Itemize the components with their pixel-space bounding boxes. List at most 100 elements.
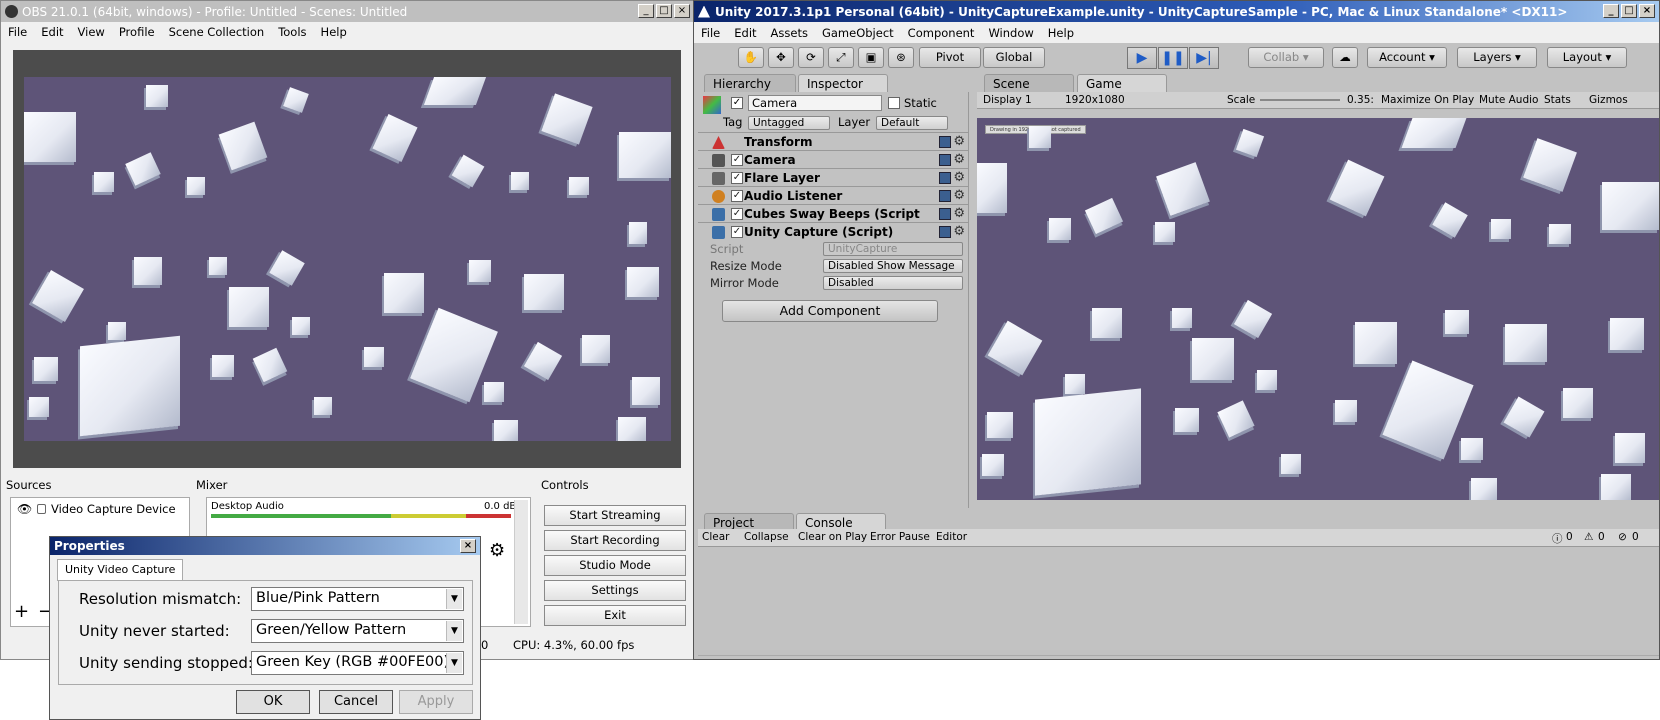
dialog-close-button[interactable]: × (460, 539, 476, 553)
component-camera[interactable]: ✓ Camera ⚙ (698, 150, 969, 169)
mute-audio-toggle[interactable]: Mute Audio (1479, 94, 1538, 106)
display-dropdown[interactable]: Display 1 (983, 94, 1032, 106)
menu-view[interactable]: View (71, 25, 112, 39)
stats-toggle[interactable]: Stats (1544, 94, 1571, 106)
gizmos-dropdown[interactable]: Gizmos (1589, 94, 1628, 106)
console-editor-dropdown[interactable]: Editor (936, 531, 967, 543)
tab-unity-video-capture[interactable]: Unity Video Capture (57, 559, 184, 581)
obs-titlebar[interactable]: OBS 21.0.1 (64bit, windows) - Profile: U… (1, 1, 694, 22)
warning-count-icon[interactable]: ⚠ (1584, 531, 1593, 543)
component-transform[interactable]: Transform ⚙ (698, 132, 969, 151)
active-checkbox[interactable]: ✓ (731, 97, 743, 109)
studio-mode-button[interactable]: Studio Mode (544, 555, 686, 576)
menu-tools[interactable]: Tools (271, 25, 313, 39)
menu-window[interactable]: Window (981, 26, 1040, 40)
gear-icon[interactable]: ⚙ (953, 188, 965, 203)
maximize-button[interactable]: □ (1621, 4, 1637, 18)
gear-icon[interactable]: ⚙ (953, 170, 965, 185)
help-icon[interactable] (939, 190, 951, 202)
console-error-pause-button[interactable]: Error Pause (870, 531, 930, 543)
close-button[interactable]: × (674, 4, 690, 18)
properties-titlebar[interactable]: Properties × (50, 537, 480, 555)
tab-scene[interactable]: Scene (984, 74, 1074, 92)
ok-button[interactable]: OK (236, 690, 310, 714)
component-unity-capture[interactable]: ✓ Unity Capture (Script) ⚙ (698, 222, 969, 241)
play-button[interactable]: ▶ (1127, 47, 1157, 69)
info-count-icon[interactable]: ⓘ (1552, 531, 1563, 546)
layers-dropdown[interactable]: Layers ▾ (1457, 47, 1537, 68)
add-source-icon[interactable]: + (14, 601, 29, 622)
collab-dropdown[interactable]: Collab ▾ (1248, 47, 1324, 68)
menu-assets[interactable]: Assets (764, 26, 815, 40)
tab-game[interactable]: Game (1077, 74, 1167, 92)
account-dropdown[interactable]: Account ▾ (1367, 47, 1447, 68)
layout-dropdown[interactable]: Layout ▾ (1547, 47, 1627, 68)
layer-dropdown[interactable]: Default (876, 116, 948, 130)
step-button[interactable]: ▶| (1189, 47, 1219, 69)
scale-tool-icon[interactable]: ⤢ (828, 47, 854, 68)
hand-tool-icon[interactable]: ✋ (738, 47, 764, 68)
resize-mode-dropdown[interactable]: Disabled Show Message (823, 259, 963, 273)
enabled-checkbox[interactable]: ✓ (731, 226, 743, 238)
resolution-mismatch-select[interactable]: Blue/Pink Pattern ▼ (251, 587, 464, 611)
minimize-button[interactable]: _ (638, 4, 654, 18)
cancel-button[interactable]: Cancel (319, 690, 393, 714)
enabled-checkbox[interactable]: ✓ (731, 208, 743, 220)
tab-inspector[interactable]: Inspector (798, 74, 888, 92)
gear-icon[interactable]: ⚙ (953, 224, 965, 239)
console-collapse-button[interactable]: Collapse (744, 531, 789, 543)
console-log-area[interactable] (698, 548, 1659, 656)
close-button[interactable]: × (1639, 4, 1655, 18)
lock-icon[interactable] (37, 504, 46, 514)
tab-hierarchy[interactable]: Hierarchy (704, 74, 796, 92)
unity-titlebar[interactable]: Unity 2017.3.1p1 Personal (64bit) - Unit… (694, 1, 1659, 22)
menu-file[interactable]: File (694, 26, 727, 40)
static-checkbox[interactable] (888, 97, 900, 109)
error-count-icon[interactable]: ⊘ (1618, 531, 1627, 543)
pivot-toggle[interactable]: Pivot (919, 47, 981, 68)
gear-icon[interactable]: ⚙ (953, 206, 965, 221)
rotate-tool-icon[interactable]: ⟳ (798, 47, 824, 68)
help-icon[interactable] (939, 172, 951, 184)
console-clear-on-play-button[interactable]: Clear on Play (798, 531, 867, 543)
move-tool-icon[interactable]: ✥ (768, 47, 794, 68)
never-started-select[interactable]: Green/Yellow Pattern ▼ (251, 619, 464, 643)
add-component-button[interactable]: Add Component (722, 300, 938, 322)
component-flare-layer[interactable]: ✓ Flare Layer ⚙ (698, 168, 969, 187)
help-icon[interactable] (939, 136, 951, 148)
menu-help[interactable]: Help (1041, 26, 1081, 40)
help-icon[interactable] (939, 226, 951, 238)
maximize-on-play-toggle[interactable]: Maximize On Play (1381, 94, 1474, 106)
minimize-button[interactable]: _ (1603, 4, 1619, 18)
menu-file[interactable]: File (1, 25, 34, 39)
menu-profile[interactable]: Profile (112, 25, 162, 39)
menu-scene-collection[interactable]: Scene Collection (162, 25, 272, 39)
scale-slider[interactable] (1260, 99, 1340, 101)
gear-icon[interactable]: ⚙ (953, 134, 965, 149)
maximize-button[interactable]: □ (656, 4, 672, 18)
component-audio-listener[interactable]: ✓ Audio Listener ⚙ (698, 186, 969, 205)
menu-component[interactable]: Component (901, 26, 982, 40)
menu-gameobject[interactable]: GameObject (815, 26, 901, 40)
sending-stopped-select[interactable]: Green Key (RGB #00FE00) ▼ (251, 651, 464, 675)
start-recording-button[interactable]: Start Recording (544, 530, 686, 551)
menu-edit[interactable]: Edit (727, 26, 763, 40)
global-toggle[interactable]: Global (983, 47, 1045, 68)
console-clear-button[interactable]: Clear (702, 531, 729, 543)
exit-button[interactable]: Exit (544, 605, 686, 626)
component-cubes-sway-beeps[interactable]: ✓ Cubes Sway Beeps (Script ⚙ (698, 204, 969, 223)
source-item[interactable]: 👁 Video Capture Device (13, 501, 187, 518)
game-view[interactable]: Drawing in 1920x1080 not captured (977, 118, 1659, 500)
pause-button[interactable]: ❚❚ (1158, 47, 1188, 69)
help-icon[interactable] (939, 154, 951, 166)
cloud-icon[interactable]: ☁ (1332, 47, 1358, 68)
transform-tool-icon[interactable]: ⊛ (888, 47, 914, 68)
gear-icon[interactable]: ⚙ (953, 152, 965, 167)
mixer-gear-icon[interactable]: ⚙ (489, 540, 505, 561)
resolution-dropdown[interactable]: 1920x1080 (1065, 94, 1125, 106)
obs-preview[interactable] (24, 77, 671, 441)
mixer-scrollbar[interactable] (514, 500, 528, 624)
object-name-field[interactable]: Camera (748, 95, 882, 111)
apply-button[interactable]: Apply (399, 690, 473, 714)
enabled-checkbox[interactable]: ✓ (731, 190, 743, 202)
